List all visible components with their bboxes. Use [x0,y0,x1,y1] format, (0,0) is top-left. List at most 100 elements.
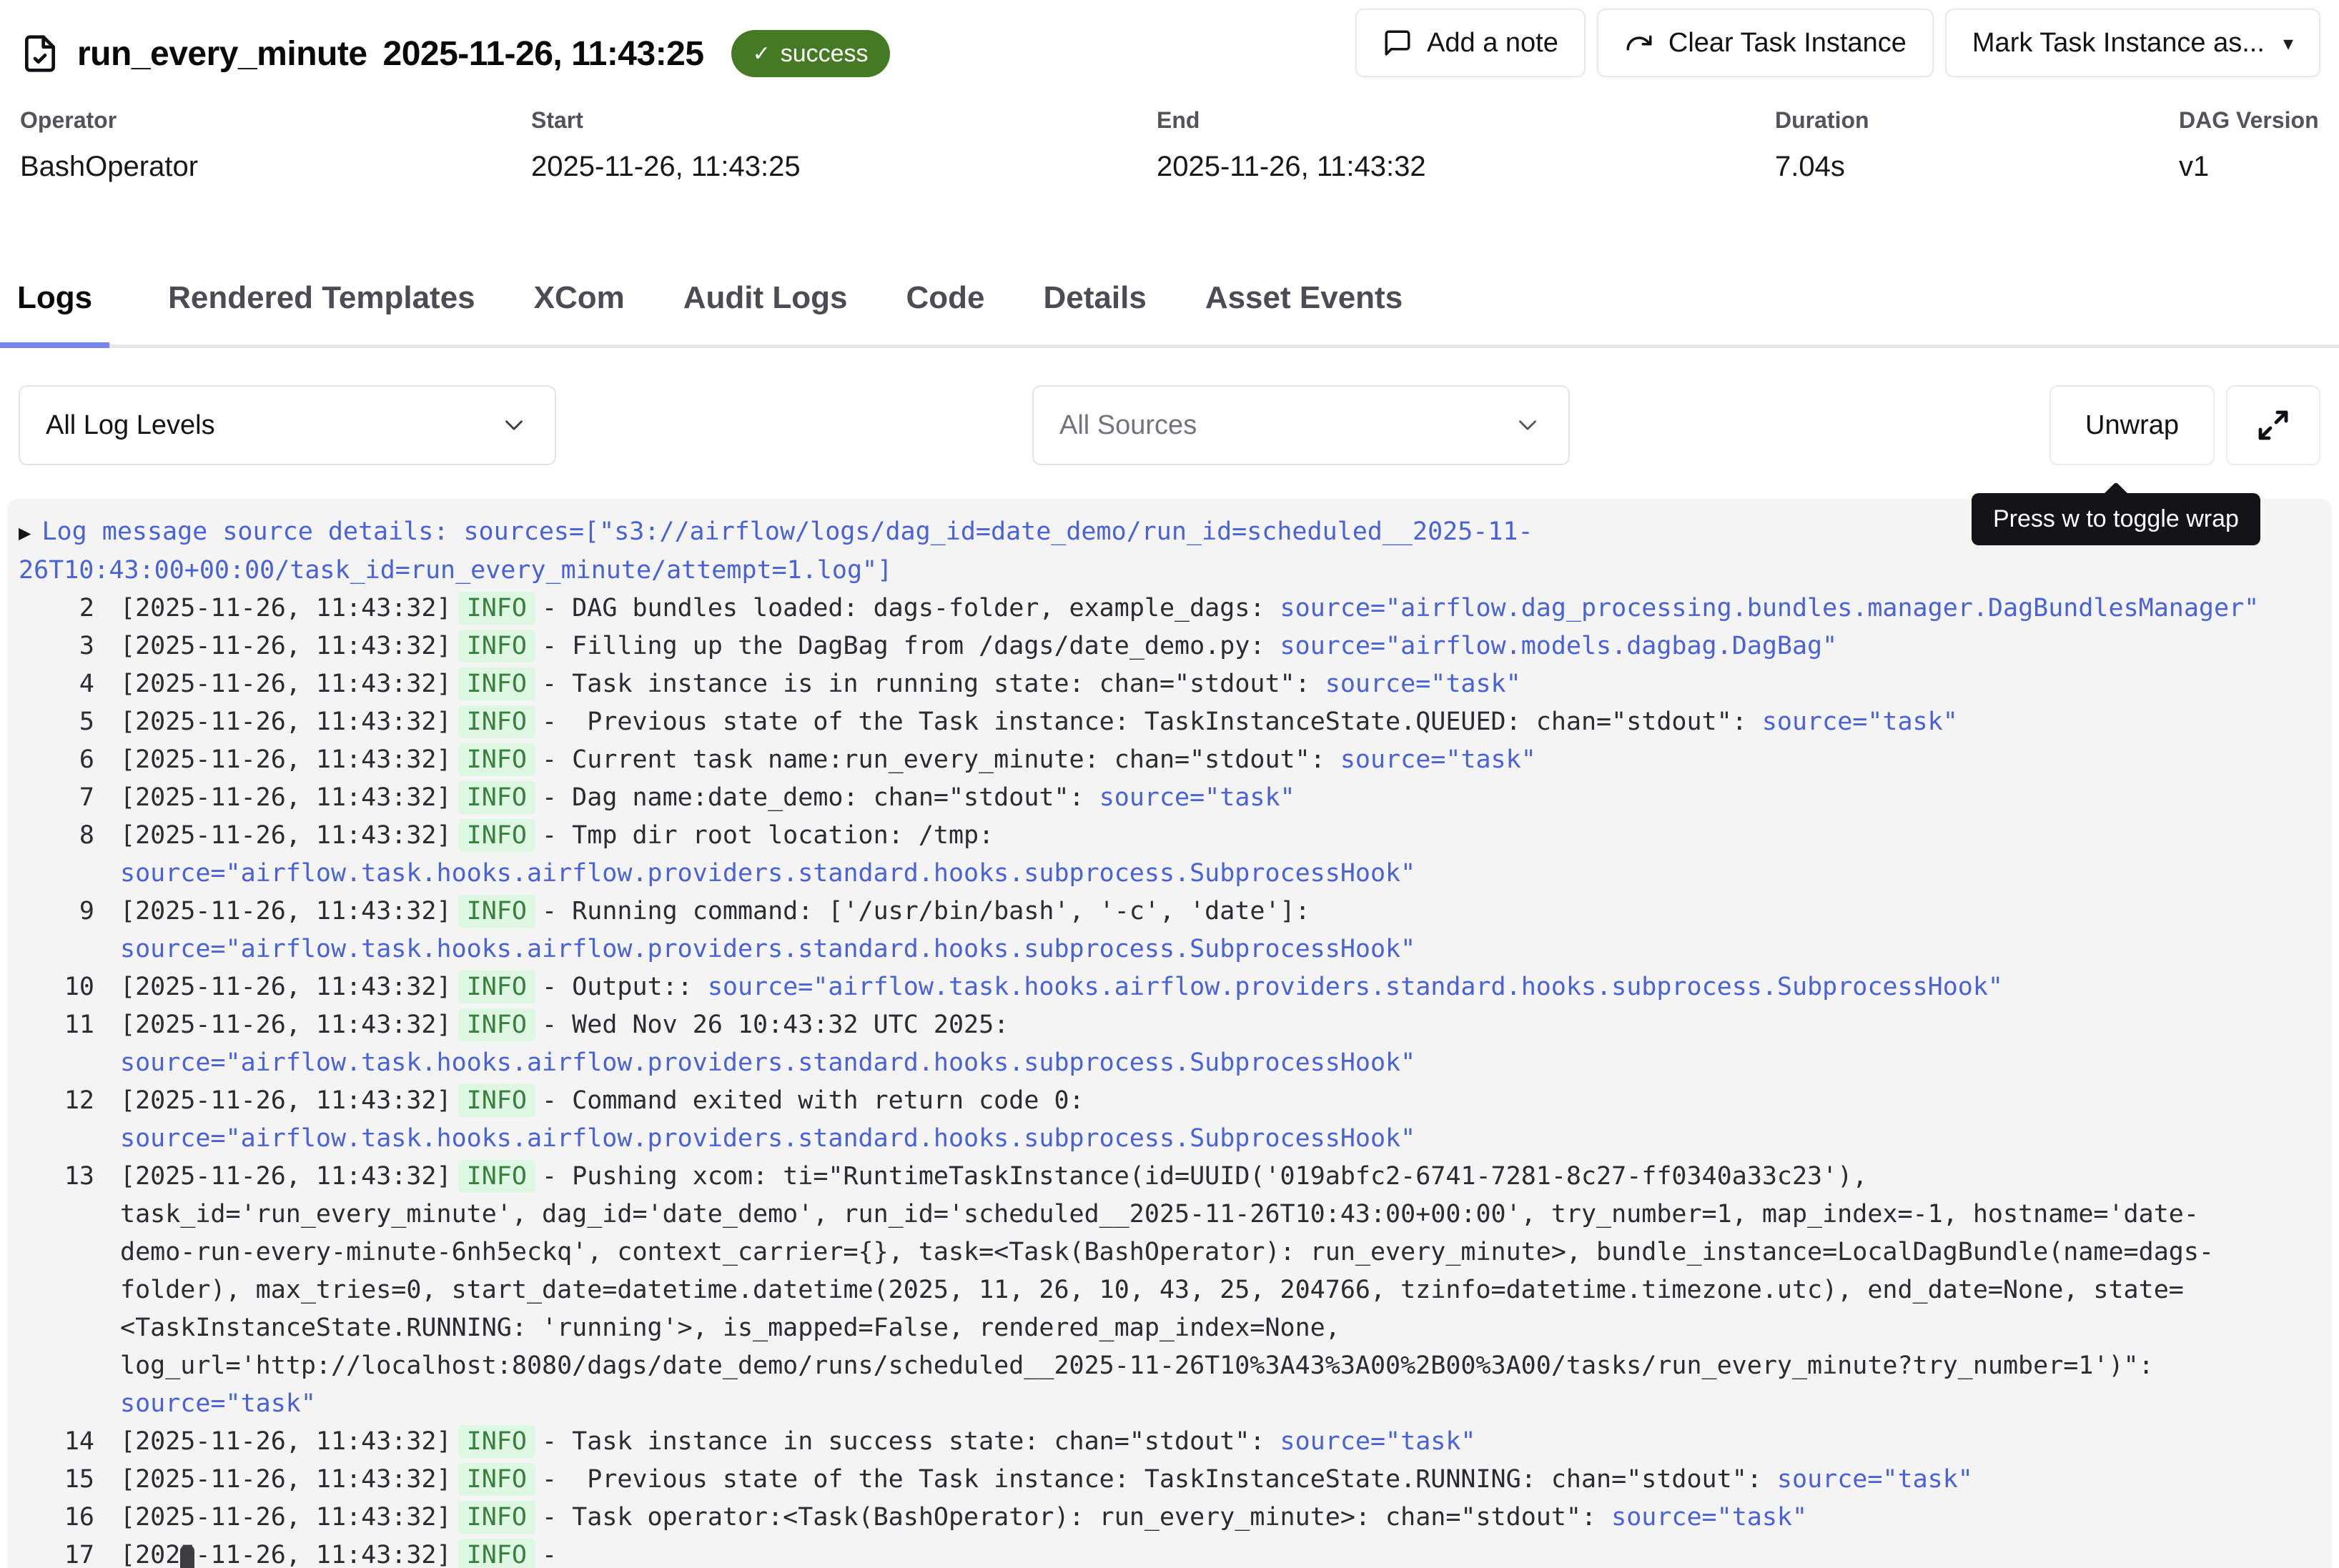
log-entry: 7 [2025-11-26, 11:43:32] INFO - Dag name:… [7,779,2332,817]
tab-xcom[interactable]: XCom [534,224,625,344]
log-line-number[interactable]: 16 [50,1499,94,1537]
meta-value: BashOperator [20,151,531,183]
redo-icon [1624,28,1654,58]
log-level-badge: INFO [458,895,535,928]
fullscreen-button[interactable] [2226,385,2320,465]
log-source-link: source="task" [1099,783,1295,812]
log-line-number[interactable]: 4 [50,665,94,703]
mark-task-instance-as-button[interactable]: Mark Task Instance as... ▾ [1945,9,2320,77]
log-entry: 17 [2025-11-26, 11:43:32] INFO - [7,1537,2332,1568]
log-line-number[interactable]: 11 [50,1006,94,1082]
log-message: [2025-11-26, 11:43:32] INFO - Dag name:d… [120,779,2268,817]
log-line-number[interactable]: 12 [50,1082,94,1158]
task-id: run_every_minute [77,34,367,74]
task-instance-page: { "colors": { "success_badge": "#447a23"… [0,0,2339,1568]
log-line-number[interactable]: 2 [50,590,94,627]
log-source-link: source="airflow.task.hooks.airflow.provi… [120,935,1415,963]
log-source-link: source="airflow.task.hooks.airflow.provi… [120,1124,1415,1153]
chevron-down-icon [1513,410,1543,440]
log-source-link: source="task" [1340,745,1536,774]
sources-placeholder: All Sources [1059,410,1197,441]
log-message: [2025-11-26, 11:43:32] INFO - Task insta… [120,1423,2268,1461]
log-line-number[interactable]: 15 [50,1461,94,1499]
log-level-select[interactable]: All Log Levels [19,385,556,465]
log-level-badge: INFO [458,1084,535,1117]
scrollbar-thumb[interactable] [180,1545,194,1568]
log-line-number[interactable]: 10 [50,968,94,1006]
log-text: Tmp dir root location: /tmp: [572,821,1009,850]
log-text: DAG bundles loaded: dags-folder, example… [572,594,1280,622]
log-line-number[interactable]: 3 [50,627,94,665]
expander-icon[interactable]: ▶ [19,520,31,545]
log-text: Previous state of the Task instance: Tas… [572,1465,1777,1494]
log-entry: 6 [2025-11-26, 11:43:32] INFO - Current t… [7,741,2332,779]
log-message: [2025-11-26, 11:43:32] INFO - Current ta… [120,741,2268,779]
log-timestamp: [2025-11-26, 11:43:32] [120,1011,467,1039]
log-level-badge: INFO [458,1008,535,1041]
log-text: Current task name:run_every_minute: chan… [572,745,1340,774]
log-timestamp: [2025-11-26, 11:43:32] [120,594,467,622]
log-line-number[interactable]: 13 [50,1158,94,1423]
log-text: Previous state of the Task instance: Tas… [572,708,1762,736]
log-line-number[interactable]: 14 [50,1423,94,1461]
log-timestamp: [2025-11-26, 11:43:32] [120,670,467,698]
add-note-button[interactable]: Add a note [1355,9,1586,77]
log-text: Command exited with return code 0: [572,1086,1099,1115]
log-level-badge: INFO [458,1425,535,1458]
log-entry: 15 [2025-11-26, 11:43:32] INFO - Previous… [7,1461,2332,1499]
header-actions: Add a note Clear Task Instance Mark Task… [1355,9,2320,77]
task-header: run_every_minute2025-11-26, 11:43:25 ✓su… [0,0,2339,77]
log-timestamp: [2025-11-26, 11:43:32] [120,745,467,774]
meta-field: Start2025-11-26, 11:43:25 [531,107,1157,183]
tab-asset-events[interactable]: Asset Events [1205,224,1403,344]
meta-field: Duration7.04s [1775,107,2179,183]
log-line-number[interactable]: 5 [50,703,94,741]
log-message: [2025-11-26, 11:43:32] INFO - [120,1537,2268,1568]
clear-label: Clear Task Instance [1668,28,1907,59]
log-timestamp: [2025-11-26, 11:43:32] [120,1427,467,1456]
tab-rendered-templates[interactable]: Rendered Templates [168,224,475,344]
clear-task-instance-button[interactable]: Clear Task Instance [1597,9,1934,77]
log-source-link: source="airflow.models.dagbag.DagBag" [1280,632,1838,660]
log-message: [2025-11-26, 11:43:32] INFO - Previous s… [120,1461,2268,1499]
log-level-badge: INFO [458,630,535,663]
log-entry: 16[2025-11-26, 11:43:32] INFO - Task ope… [7,1499,2332,1537]
log-source-link: source="task" [1325,670,1521,698]
log-source-link: source="task" [120,1389,316,1418]
log-panel: ▶Log message source details: sources=["s… [7,499,2332,1568]
log-level-value: All Log Levels [46,410,215,441]
sources-select[interactable]: All Sources [1032,385,1570,465]
log-line-number[interactable]: 8 [50,817,94,893]
log-text: Dag name:date_demo: chan="stdout": [572,783,1099,812]
run-timestamp: 2025-11-26, 11:43:25 [383,34,704,74]
tab-audit-logs[interactable]: Audit Logs [683,224,848,344]
tab-logs[interactable]: Logs [0,224,109,344]
tab-details[interactable]: Details [1044,224,1147,344]
log-line-number[interactable]: 9 [50,893,94,968]
log-text: Output:: [572,973,708,1001]
log-line-number[interactable]: 7 [50,779,94,817]
log-entry: 5[2025-11-26, 11:43:32] INFO - Previous … [7,703,2332,741]
log-timestamp: [2025-11-26, 11:43:32] [120,897,467,926]
log-timestamp: [2025-11-26, 11:43:32] [120,632,467,660]
note-icon [1383,28,1413,58]
source-details-text: Log message source details: sources=["s3… [19,517,1533,585]
log-line-number[interactable]: 6 [50,741,94,779]
log-message: [2025-11-26, 11:43:32] INFO - Command ex… [120,1082,2268,1158]
meta-field: DAG Versionv1 [2179,107,2319,183]
log-entries: 2 [2025-11-26, 11:43:32] INFO - DAG bundl… [7,590,2332,1568]
log-text: Task instance in success state: chan="st… [572,1427,1280,1456]
log-text: Filling up the DagBag from /dags/date_de… [572,632,1280,660]
log-timestamp: [2025-11-26, 11:43:32] [120,1086,467,1115]
tab-code[interactable]: Code [906,224,985,344]
log-entry: 14 [2025-11-26, 11:43:32] INFO - Task ins… [7,1423,2332,1461]
log-source-link: source="task" [1762,708,1958,736]
unwrap-button[interactable]: Unwrap [2049,385,2215,465]
caret-down-icon: ▾ [2283,31,2293,55]
task-file-check-icon [20,34,60,74]
log-line-number[interactable]: 17 [50,1537,94,1568]
meta-row: OperatorBashOperator Start2025-11-26, 11… [0,77,2339,183]
log-level-badge: INFO [458,1463,535,1496]
chevron-down-icon [499,410,529,440]
log-source-link: source="airflow.task.hooks.airflow.provi… [120,859,1415,888]
